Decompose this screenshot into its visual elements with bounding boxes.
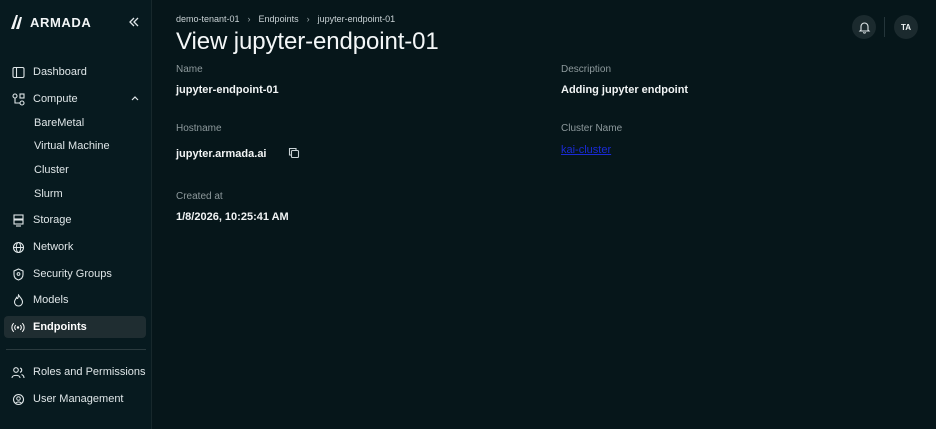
sidebar-item-label: Compute bbox=[33, 93, 78, 105]
sidebar-item-label: Storage bbox=[33, 214, 72, 226]
user-settings-icon bbox=[11, 392, 25, 406]
hostname-label: Hostname bbox=[176, 123, 222, 134]
armada-logo-icon bbox=[11, 15, 22, 29]
sidebar-item-storage[interactable]: Storage bbox=[4, 209, 146, 231]
brand-logo[interactable]: ARMADA bbox=[10, 13, 91, 31]
sidebar-item-roles-and-permissions[interactable]: Roles and Permissions bbox=[4, 361, 146, 383]
sidebar-subitem-virtual-machine[interactable]: Virtual Machine bbox=[34, 138, 110, 154]
shield-icon bbox=[11, 267, 25, 281]
breadcrumb-current: jupyter-endpoint-01 bbox=[317, 14, 396, 24]
sidebar-item-label: Security Groups bbox=[33, 268, 112, 280]
sidebar-item-label: Network bbox=[33, 241, 74, 253]
sidebar-subitem-cluster[interactable]: Cluster bbox=[34, 162, 69, 178]
chevron-right-icon: › bbox=[247, 14, 251, 24]
bell-icon bbox=[858, 22, 870, 34]
dashboard-icon bbox=[11, 65, 25, 79]
users-icon bbox=[11, 365, 25, 379]
flame-icon bbox=[11, 293, 25, 307]
sidebar-item-label: User Management bbox=[33, 393, 124, 405]
chevron-up-icon bbox=[131, 96, 139, 101]
cluster-name-label: Cluster Name bbox=[561, 123, 623, 134]
copy-hostname-button[interactable] bbox=[287, 146, 301, 160]
sidebar-item-dashboard[interactable]: Dashboard bbox=[4, 61, 146, 83]
sidebar-item-endpoints[interactable]: Endpoints bbox=[4, 316, 146, 338]
cluster-name-link[interactable]: kai-cluster bbox=[561, 144, 611, 156]
brand-name: ARMADA bbox=[30, 14, 92, 30]
notifications-button[interactable] bbox=[852, 15, 876, 39]
page-title: View jupyter-endpoint-01 bbox=[176, 28, 439, 55]
description-label: Description bbox=[561, 64, 612, 75]
sidebar-divider bbox=[6, 349, 146, 350]
sidebar-item-security-groups[interactable]: Security Groups bbox=[4, 263, 146, 285]
created-at-label: Created at bbox=[176, 191, 223, 202]
created-at-value: 1/8/2026, 10:25:41 AM bbox=[176, 211, 289, 223]
sidebar-subitem-baremetal[interactable]: BareMetal bbox=[34, 115, 84, 131]
sidebar-item-label: Models bbox=[33, 294, 69, 306]
hostname-value: jupyter.armada.ai bbox=[176, 148, 267, 160]
sidebar-item-network[interactable]: Network bbox=[4, 236, 146, 258]
broadcast-icon bbox=[11, 320, 25, 334]
sidebar-item-label: Endpoints bbox=[33, 321, 87, 333]
sidebar-item-user-management[interactable]: User Management bbox=[4, 388, 146, 410]
breadcrumb-endpoints[interactable]: Endpoints bbox=[259, 14, 299, 24]
sidebar-subitem-slurm[interactable]: Slurm bbox=[34, 186, 63, 202]
network-icon bbox=[11, 240, 25, 254]
avatar[interactable]: TA bbox=[894, 15, 918, 39]
sidebar-item-label: Dashboard bbox=[33, 66, 87, 78]
double-chevron-left-icon bbox=[129, 17, 139, 27]
sidebar-item-models[interactable]: Models bbox=[4, 289, 146, 311]
sidebar-item-label: Roles and Permissions bbox=[33, 366, 146, 378]
sidebar-item-compute[interactable]: Compute bbox=[4, 88, 146, 110]
name-label: Name bbox=[176, 64, 203, 75]
breadcrumb: demo-tenant-01 › Endpoints › jupyter-end… bbox=[176, 13, 395, 25]
sidebar: ARMADA Dashboard Compute BareMetal Virtu… bbox=[0, 0, 152, 429]
collapse-sidebar-button[interactable] bbox=[124, 12, 144, 32]
chevron-right-icon: › bbox=[306, 14, 310, 24]
header-divider bbox=[884, 17, 885, 37]
description-value: Adding jupyter endpoint bbox=[561, 84, 689, 96]
compute-icon bbox=[11, 92, 25, 106]
copy-icon bbox=[288, 147, 300, 159]
storage-icon bbox=[11, 213, 25, 227]
breadcrumb-tenant[interactable]: demo-tenant-01 bbox=[176, 14, 240, 24]
name-value: jupyter-endpoint-01 bbox=[176, 84, 279, 96]
